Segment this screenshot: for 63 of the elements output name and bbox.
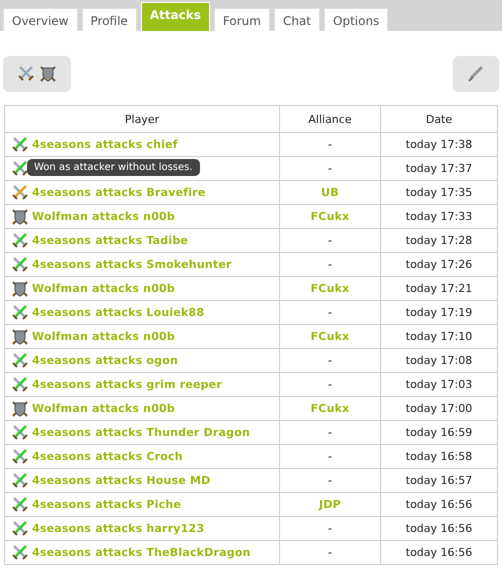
alliance-text: - (328, 450, 332, 463)
alliance-text: - (328, 162, 332, 175)
date-text: today 17:03 (406, 378, 472, 391)
shield-icon (11, 280, 29, 298)
sword-icon[interactable] (467, 65, 485, 83)
alliance-text: - (328, 138, 332, 151)
crossed-swords-icon (11, 256, 29, 274)
crossed-swords-icon (11, 424, 29, 442)
date-text: today 17:38 (406, 138, 472, 151)
date-text: today 17:26 (406, 258, 472, 271)
column-header: Player (4, 106, 280, 132)
tab[interactable]: Attacks (140, 2, 210, 31)
alliance-text: - (328, 522, 332, 535)
alliance-text: - (328, 258, 332, 271)
crossed-swords-icon (11, 184, 29, 202)
alliance-text: - (328, 234, 332, 247)
alliance-text: - (328, 546, 332, 559)
crossed-swords-icon (11, 136, 29, 154)
date-text: today 17:10 (406, 330, 472, 343)
date-text: today 17:08 (406, 354, 472, 367)
tab[interactable]: Profile (82, 8, 137, 31)
date-text: today 16:57 (406, 474, 472, 487)
crossed-swords-icon (11, 544, 29, 562)
alliance-text: - (328, 426, 332, 439)
tab[interactable]: Overview (3, 8, 78, 31)
crossed-swords-icon (11, 352, 29, 370)
tab[interactable]: Chat (274, 8, 320, 31)
crossed-swords-icon (11, 232, 29, 250)
shield-icon (39, 65, 57, 83)
crossed-swords-icon[interactable] (17, 65, 35, 83)
date-text: today 17:21 (406, 282, 472, 295)
crossed-swords-icon (11, 160, 29, 178)
tab[interactable]: Forum (214, 8, 270, 31)
date-text: today 17:33 (406, 210, 472, 223)
alliance-text: - (328, 354, 332, 367)
crossed-swords-icon (11, 520, 29, 538)
date-text: today 17:19 (406, 306, 472, 319)
alliance-link[interactable]: JDP (319, 498, 341, 511)
date-text: today 17:00 (406, 402, 472, 415)
date-text: today 16:59 (406, 426, 472, 439)
date-text: today 17:37 (406, 162, 472, 175)
crossed-swords-icon (11, 376, 29, 394)
alliance-text: - (328, 306, 332, 319)
shield-icon (11, 328, 29, 346)
alliance-text: - (328, 378, 332, 391)
date-text: today 16:56 (406, 522, 472, 535)
tab[interactable]: Options (324, 8, 388, 31)
shield-icon (11, 208, 29, 226)
date-text: today 16:56 (406, 546, 472, 559)
column-header: Alliance (280, 106, 380, 132)
tooltip: Won as attacker without losses. (27, 159, 200, 176)
crossed-swords-icon (11, 472, 29, 490)
shield-icon (11, 400, 29, 418)
date-text: today 17:28 (406, 234, 472, 247)
crossed-swords-icon (11, 304, 29, 322)
column-header: Date (380, 106, 498, 132)
date-text: today 16:58 (406, 450, 472, 463)
date-text: today 16:56 (406, 498, 472, 511)
crossed-swords-icon (11, 448, 29, 466)
crossed-swords-icon (11, 496, 29, 514)
date-text: today 17:35 (406, 186, 472, 199)
alliance-link[interactable]: UB (321, 186, 339, 199)
alliance-text: - (328, 474, 332, 487)
